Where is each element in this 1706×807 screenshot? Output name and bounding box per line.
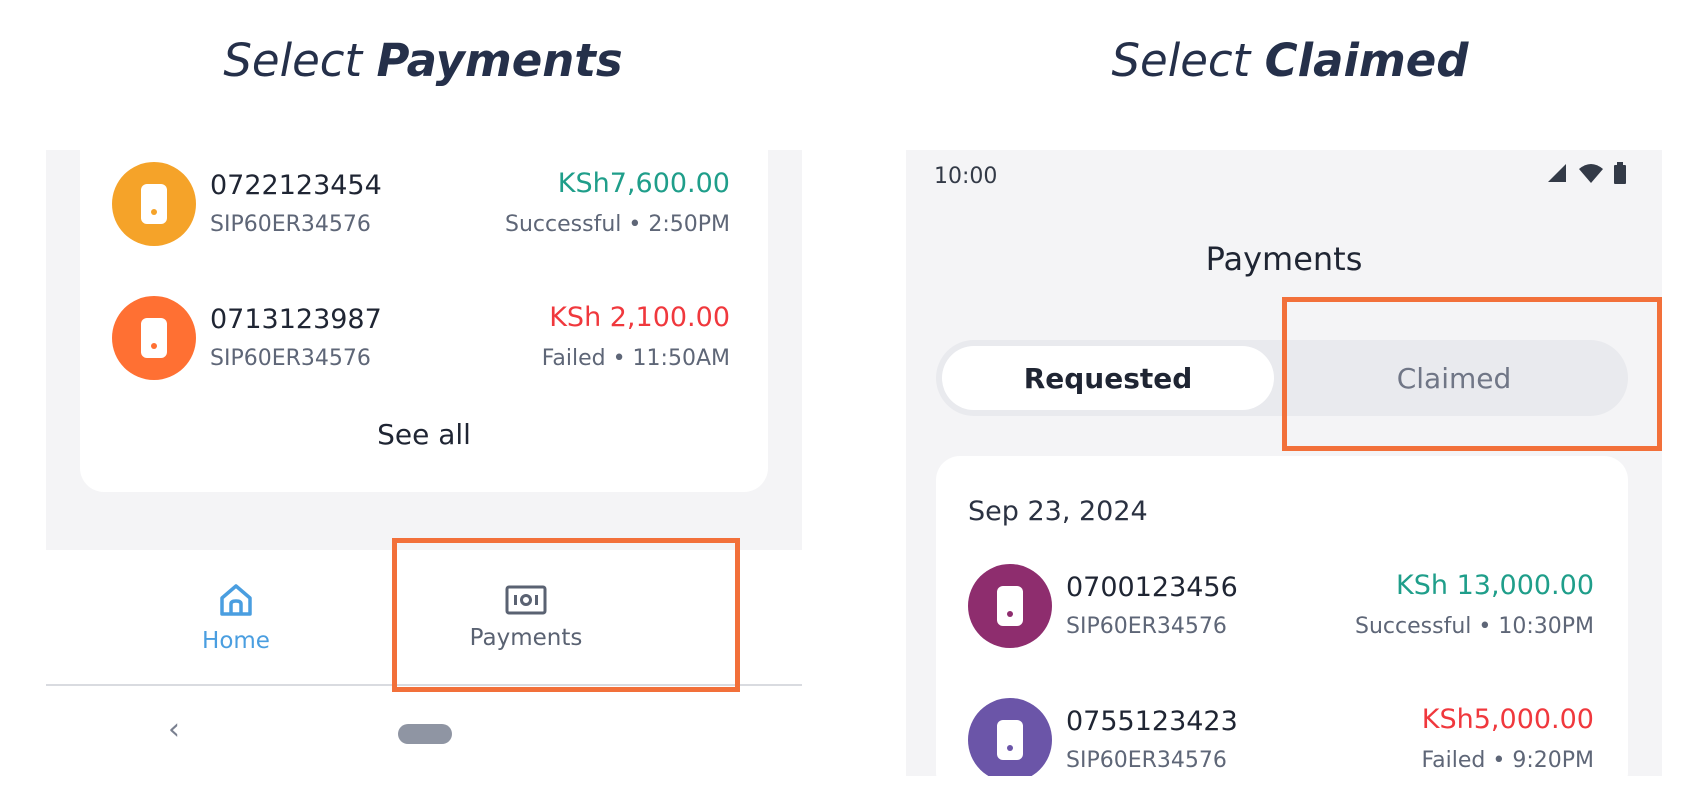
see-all-link[interactable]: See all (80, 418, 768, 451)
nav-home-label: Home (202, 628, 270, 654)
instruction-heading-left: Select Payments (0, 34, 846, 87)
recent-transactions-card: 0722123454 SIP60ER34576 KSh7,600.00 Succ… (80, 150, 768, 492)
phone-icon (141, 318, 167, 358)
transaction-phone-number: 0755123423 (1066, 706, 1238, 737)
instruction-prefix: Select (1111, 34, 1251, 87)
signal-icon (1548, 164, 1566, 182)
instruction-emphasis: Payments (376, 34, 623, 87)
phone-icon (997, 720, 1023, 760)
transaction-status: Successful • 10:30PM (1355, 614, 1594, 639)
transaction-row[interactable]: 0722123454 SIP60ER34576 KSh7,600.00 Succ… (80, 150, 768, 250)
payments-screen-crop: 10:00 Payments Requested Claimed Sep 23,… (906, 150, 1662, 776)
home-icon (220, 584, 252, 616)
transaction-reference: SIP60ER34576 (1066, 748, 1227, 773)
page-title: Payments (1205, 240, 1363, 278)
transaction-amount: KSh 2,100.00 (549, 302, 730, 333)
back-chevron-icon[interactable]: ‹ (168, 712, 180, 747)
transaction-phone-number: 0722123454 (210, 170, 382, 201)
phone-avatar-icon (112, 296, 196, 380)
transactions-card: Sep 23, 2024 0700123456 SIP60ER34576 KSh… (936, 456, 1628, 776)
transaction-row[interactable]: 0700123456 SIP60ER34576 KSh 13,000.00 Su… (936, 552, 1628, 652)
transaction-phone-number: 0700123456 (1066, 572, 1238, 603)
transaction-row[interactable]: 0755123423 SIP60ER34576 KSh5,000.00 Fail… (936, 686, 1628, 776)
phone-icon (997, 586, 1023, 626)
status-bar-icons (1546, 162, 1626, 184)
transaction-row[interactable]: 0713123987 SIP60ER34576 KSh 2,100.00 Fai… (80, 284, 768, 384)
instruction-heading-right: Select Claimed (880, 34, 1700, 87)
instruction-prefix: Select (223, 34, 363, 87)
nav-home[interactable]: Home (146, 550, 326, 684)
transaction-amount: KSh 13,000.00 (1396, 570, 1594, 601)
phone-avatar-icon (968, 698, 1052, 776)
transaction-phone-number: 0713123987 (210, 304, 382, 335)
transaction-amount: KSh5,000.00 (1421, 704, 1594, 735)
transaction-reference: SIP60ER34576 (210, 346, 371, 371)
phone-icon (141, 184, 167, 224)
wifi-icon (1579, 164, 1603, 183)
payments-highlight-box (392, 538, 740, 692)
status-bar-time: 10:00 (934, 164, 998, 189)
transaction-status: Failed • 9:20PM (1421, 748, 1594, 773)
system-navigation-bar: ‹ (46, 686, 802, 782)
instruction-emphasis: Claimed (1264, 34, 1469, 87)
home-pill-icon[interactable] (398, 724, 452, 744)
transaction-status: Failed • 11:50AM (541, 346, 730, 371)
tab-requested[interactable]: Requested (942, 346, 1274, 410)
phone-avatar-icon (968, 564, 1052, 648)
transaction-reference: SIP60ER34576 (1066, 614, 1227, 639)
transaction-reference: SIP60ER34576 (210, 212, 371, 237)
claimed-highlight-box (1282, 297, 1662, 451)
phone-avatar-icon (112, 162, 196, 246)
battery-icon (1614, 162, 1626, 184)
transaction-amount: KSh7,600.00 (557, 168, 730, 199)
date-group-header: Sep 23, 2024 (968, 496, 1148, 527)
transaction-status: Successful • 2:50PM (505, 212, 730, 237)
